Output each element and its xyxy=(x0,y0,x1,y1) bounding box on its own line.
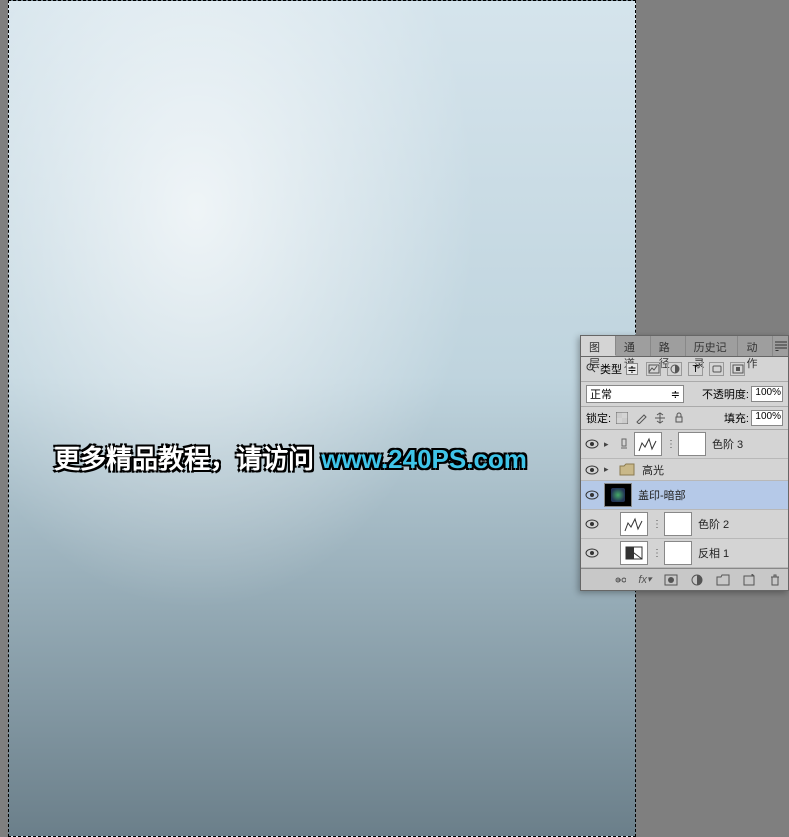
panel-menu-icon[interactable] xyxy=(773,336,788,356)
adj-thumb xyxy=(634,432,662,456)
layer-row[interactable]: ▸ 高光 xyxy=(581,459,788,481)
fx-icon[interactable]: fx▾ xyxy=(637,573,653,587)
lock-label: 锁定: xyxy=(586,410,611,426)
link-icon: ⋮ xyxy=(652,548,660,559)
layer-name: 高光 xyxy=(642,462,664,478)
lock-row: 锁定: 填充: 100% xyxy=(581,407,788,430)
link-icon: ⋮ xyxy=(666,439,674,450)
search-icon xyxy=(586,363,596,376)
tab-channels[interactable]: 通道 xyxy=(616,336,651,356)
filter-text-icon[interactable]: T xyxy=(688,362,703,376)
document-canvas[interactable]: 更多精品教程，请访问 www.240PS.com xyxy=(8,0,636,837)
eye-icon[interactable] xyxy=(584,517,600,531)
lock-transparent-icon[interactable] xyxy=(615,411,629,425)
fill-block: 填充: 100% xyxy=(724,410,783,426)
lock-icons xyxy=(615,411,686,425)
adj-thumb xyxy=(620,512,648,536)
opacity-label: 不透明度: xyxy=(702,386,749,402)
new-group-icon[interactable] xyxy=(715,573,731,587)
layer-row[interactable]: 盖印-暗部 xyxy=(581,481,788,510)
fill-input[interactable]: 100% xyxy=(751,410,783,426)
fill-label: 填充: xyxy=(724,410,749,426)
trash-icon[interactable] xyxy=(767,573,783,587)
eye-icon[interactable] xyxy=(584,437,600,451)
filter-adjust-icon[interactable] xyxy=(667,362,682,376)
disclosure-icon[interactable]: ▸ xyxy=(604,464,614,475)
opacity-block: 不透明度: 100% xyxy=(702,386,783,402)
mask-thumb xyxy=(664,512,692,536)
layer-name: 色阶 2 xyxy=(698,516,729,532)
filter-dropdown[interactable]: ≑ xyxy=(626,363,638,375)
tab-layers[interactable]: 图层 xyxy=(581,336,616,356)
tab-history[interactable]: 历史记录 xyxy=(686,336,739,356)
panel-footer: fx▾ xyxy=(581,568,788,590)
mask-thumb xyxy=(664,541,692,565)
tab-paths[interactable]: 路径 xyxy=(651,336,686,356)
link-layers-icon[interactable] xyxy=(611,573,627,587)
eye-icon[interactable] xyxy=(584,463,600,477)
watermark-text: 更多精品教程，请访问 www.240PS.com xyxy=(54,439,527,476)
layer-row[interactable]: ▸ ⋮ 色阶 3 xyxy=(581,430,788,459)
add-mask-icon[interactable] xyxy=(663,573,679,587)
blend-mode-select[interactable]: 正常 ≑ xyxy=(586,385,684,403)
lock-all-icon[interactable] xyxy=(672,411,686,425)
eye-icon[interactable] xyxy=(584,546,600,560)
filter-type-icons: T xyxy=(646,362,745,376)
tab-actions[interactable]: 动作 xyxy=(738,336,773,356)
layer-row[interactable]: ⋮ 色阶 2 xyxy=(581,510,788,539)
eye-icon[interactable] xyxy=(584,488,600,502)
filter-pixel-icon[interactable] xyxy=(646,362,661,376)
layer-name: 盖印-暗部 xyxy=(638,487,686,503)
watermark-url: www.240PS.com xyxy=(321,444,527,474)
layer-thumb xyxy=(604,483,632,507)
adj-thumb xyxy=(620,541,648,565)
layer-name: 色阶 3 xyxy=(712,436,743,452)
opacity-input[interactable]: 100% xyxy=(751,386,783,402)
blend-mode-row: 正常 ≑ 不透明度: 100% xyxy=(581,382,788,407)
panel-tabs: 图层 通道 路径 历史记录 动作 xyxy=(581,336,788,357)
layer-name: 反相 1 xyxy=(698,545,729,561)
disclosure-icon[interactable]: ▸ xyxy=(604,439,614,450)
layers-panel: 图层 通道 路径 历史记录 动作 类型 ≑ T 正常 ≑ 不透明度: 100% … xyxy=(580,335,789,591)
mask-thumb xyxy=(678,432,706,456)
chevron-down-icon: ≑ xyxy=(671,388,680,401)
layers-list: ▸ ⋮ 色阶 3 ▸ 高光 盖印-暗部 ⋮ 色阶 2 xyxy=(581,430,788,568)
watermark-prefix: 更多精品教程，请访问 xyxy=(54,444,321,474)
lock-position-icon[interactable] xyxy=(653,411,667,425)
clip-icon xyxy=(618,438,630,450)
new-layer-icon[interactable] xyxy=(741,573,757,587)
lock-pixels-icon[interactable] xyxy=(634,411,648,425)
folder-icon xyxy=(618,462,636,478)
layer-row[interactable]: ⋮ 反相 1 xyxy=(581,539,788,568)
filter-type-label: 类型 xyxy=(600,361,622,377)
blend-mode-value: 正常 xyxy=(590,386,612,402)
link-icon: ⋮ xyxy=(652,519,660,530)
filter-smart-icon[interactable] xyxy=(730,362,745,376)
add-adjustment-icon[interactable] xyxy=(689,573,705,587)
filter-shape-icon[interactable] xyxy=(709,362,724,376)
